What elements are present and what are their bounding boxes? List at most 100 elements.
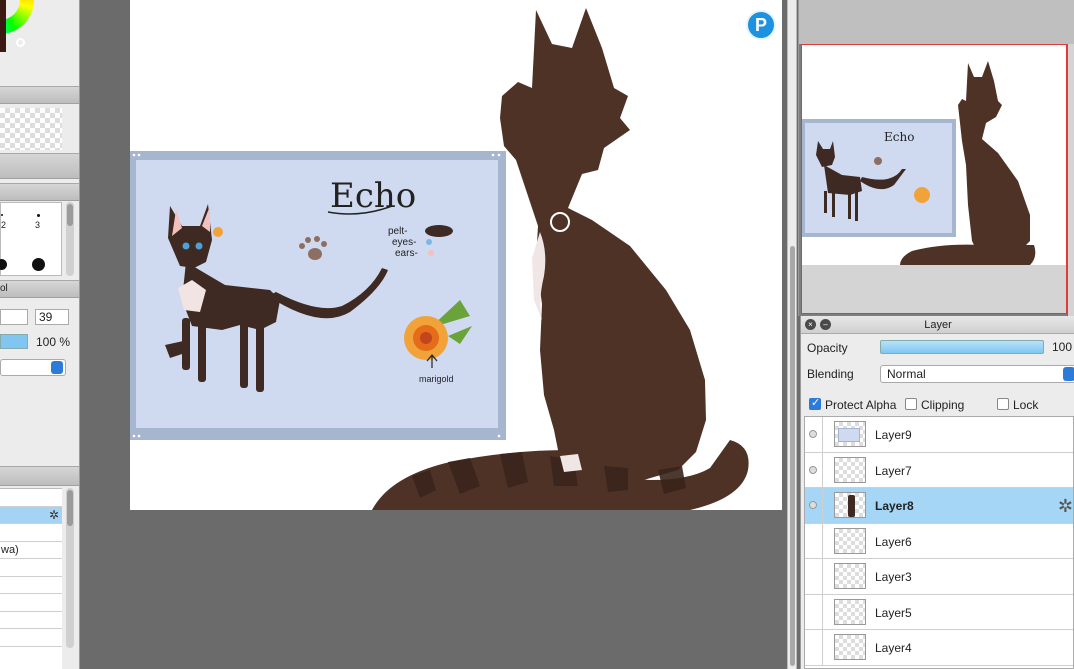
list-item[interactable] [0, 524, 62, 542]
panel-header [0, 466, 79, 486]
layer-name: Layer4 [875, 641, 912, 655]
gear-icon[interactable]: ✲ [1058, 496, 1073, 517]
reference-sheet: Echo pelt- eyes- ears- marigold [130, 151, 506, 440]
minimize-icon[interactable]: – [820, 319, 831, 330]
visibility-toggle[interactable] [809, 465, 817, 474]
layer-name: Layer5 [875, 605, 912, 620]
protect-alpha-checkbox[interactable] [809, 396, 821, 410]
size-value-field[interactable]: 39 [35, 309, 69, 325]
navigator-preview[interactable]: Echo [801, 44, 1067, 314]
opacity-label: Opacity [807, 341, 848, 355]
gear-icon[interactable]: ✲ [49, 507, 59, 524]
navigator-header [799, 0, 1074, 44]
brush-size-label: 3 [35, 220, 41, 230]
layer-row[interactable]: Layer5 [805, 594, 1073, 631]
layer-thumbnail [834, 563, 866, 589]
layer-thumbnail [834, 634, 866, 660]
list-item[interactable] [0, 629, 62, 647]
layer-row[interactable]: Layer9 [805, 417, 1073, 453]
blending-mode-select[interactable]: Normal [880, 365, 1074, 383]
scrollbar[interactable] [66, 488, 74, 648]
brush-size-dot[interactable] [0, 259, 7, 270]
list-item-label: wa) [1, 543, 19, 556]
lock-checkbox[interactable] [997, 398, 1009, 410]
artwork: Echo pelt- eyes- ears- marigold [130, 8, 749, 510]
layer-opacity-slider[interactable] [880, 340, 1044, 354]
opacity-value: 100 % [36, 335, 71, 349]
navigator-edge [1067, 44, 1074, 316]
scrollbar-thumb[interactable] [790, 246, 795, 666]
panel-header [0, 86, 79, 104]
layer-thumbnail [834, 598, 866, 625]
select-arrow-icon [51, 361, 63, 374]
opacity-slider[interactable] [0, 334, 28, 349]
layer-opacity-value: 100 [1052, 340, 1073, 354]
layer-name: Layer6 [875, 534, 912, 549]
brush-mode-select[interactable] [0, 359, 66, 376]
svg-text:eyes-: eyes- [392, 237, 416, 248]
clipping-label: Clipping [921, 398, 965, 412]
blending-mode-value: Normal [887, 367, 926, 381]
brush-size-grid[interactable]: 2 3 [0, 202, 62, 276]
svg-text:Echo: Echo [884, 130, 914, 144]
panel-header [0, 153, 79, 179]
brush-size-dot[interactable] [37, 214, 40, 217]
color-history-swatch[interactable] [0, 108, 62, 150]
layer-name: Layer9 [875, 428, 912, 442]
layer-thumbnail [834, 527, 866, 554]
layer-row-selected[interactable]: Layer8 ✲ [805, 488, 1073, 524]
list-item[interactable] [0, 489, 62, 507]
list-item[interactable]: ✲ [0, 506, 62, 524]
drawing-canvas[interactable]: Echo pelt- eyes- ears- marigold P [130, 0, 782, 510]
size-slider[interactable] [0, 309, 28, 325]
scrollbar-thumb[interactable] [67, 490, 73, 526]
brush-size-label: 2 [1, 220, 7, 230]
layer-row[interactable]: Layer4 [805, 630, 1073, 666]
layer-thumbnail [834, 456, 866, 483]
app-badge-icon: P [746, 10, 776, 40]
panel-title: Layer [924, 319, 952, 331]
layer-panel: × – Layer Opacity 100 Blending Normal Pr… [800, 316, 1074, 669]
layer-name: Layer3 [875, 570, 912, 584]
list-item[interactable]: wa) [0, 542, 62, 559]
lock-label: Lock [1013, 398, 1039, 412]
tool-panel: 2 3 ol 39 100 % ✲ wa) [0, 0, 80, 669]
clipping-checkbox[interactable] [905, 398, 917, 410]
brush-size-dot[interactable] [1, 214, 3, 216]
color-picker-marker[interactable] [16, 38, 25, 47]
scrollbar[interactable] [66, 202, 74, 276]
brush-size-dot[interactable] [32, 258, 45, 271]
svg-text:pelt-: pelt- [388, 226, 407, 237]
scrollbar-thumb[interactable] [67, 204, 73, 226]
layer-thumbnail [834, 492, 866, 518]
panel-header [0, 183, 79, 201]
layer-row[interactable]: Layer7 [805, 452, 1073, 489]
list-item[interactable] [0, 577, 62, 594]
panel-header: ol [0, 280, 79, 298]
list-item[interactable] [0, 594, 62, 612]
layer-list[interactable]: Layer9 Layer7 Layer8 ✲ Layer6 Layer3 Lay… [804, 416, 1074, 669]
navigator-panel: Echo [798, 0, 1074, 316]
layer-thumbnail [834, 421, 866, 447]
canvas-vertical-scrollbar[interactable] [787, 0, 797, 669]
list-item[interactable] [0, 612, 62, 629]
layer-name: Layer7 [875, 463, 912, 478]
layer-panel-titlebar: × – Layer [801, 316, 1074, 334]
layer-name: Layer8 [875, 499, 914, 513]
current-color-swatch[interactable] [0, 0, 6, 52]
list-item[interactable] [0, 559, 62, 577]
svg-text:marigold: marigold [419, 374, 454, 384]
protect-alpha-label: Protect Alpha [825, 398, 897, 412]
refsheet-title: Echo [330, 176, 416, 216]
navigator-thumbnail: Echo [802, 61, 1036, 265]
brush-list[interactable]: ✲ wa) [0, 488, 62, 669]
layer-row[interactable]: Layer3 [805, 559, 1073, 595]
chevron-down-icon [1063, 367, 1074, 381]
visibility-toggle[interactable] [809, 501, 817, 509]
visibility-toggle[interactable] [809, 430, 817, 438]
layer-row[interactable]: Layer6 [805, 523, 1073, 560]
svg-text:ears-: ears- [395, 248, 418, 259]
panel-title: ol [0, 283, 8, 294]
close-icon[interactable]: × [805, 319, 816, 330]
blending-label: Blending [807, 367, 854, 381]
